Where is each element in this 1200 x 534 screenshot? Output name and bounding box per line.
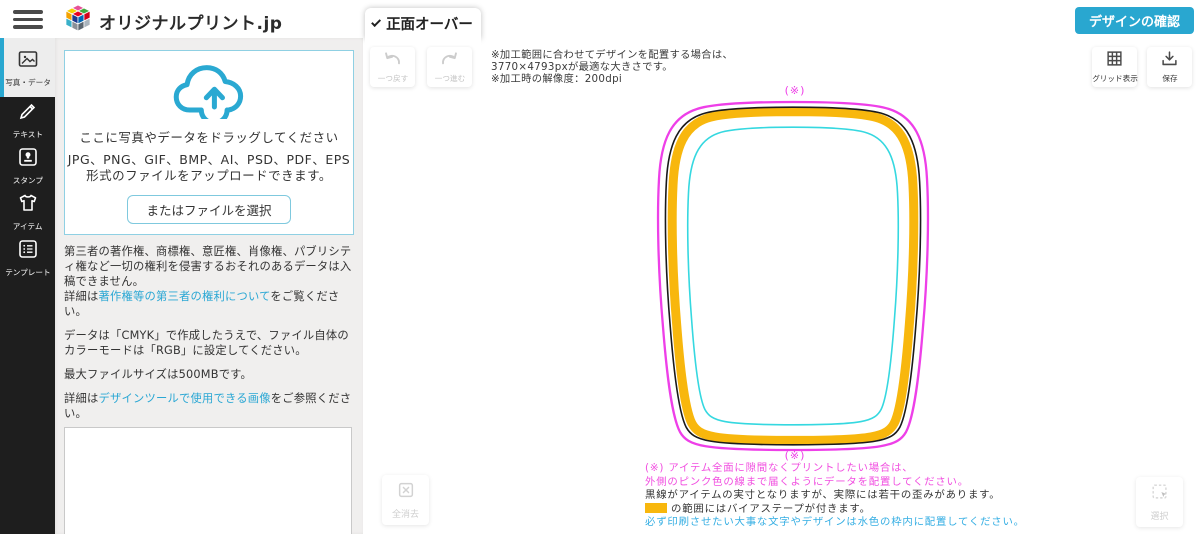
legend-line-3: 黒線がアイテムの実寸となりますが、実際には若干の歪みがあります。: [645, 489, 1001, 501]
print-area-outline: [600, 85, 990, 470]
sidebar-item-label: スタンプ: [12, 176, 43, 185]
dropzone-formats: JPG、PNG、GIF、BMP、AI、PSD、PDF、EPS 形式のファイルをア…: [67, 152, 351, 183]
stamp-icon: [17, 146, 39, 172]
undo-button[interactable]: 一つ戻す: [370, 47, 415, 87]
tshirt-icon: [17, 192, 39, 218]
template-icon: [17, 238, 39, 264]
photo-icon: [17, 48, 39, 74]
clear-all-label: 全消去: [391, 510, 419, 520]
print-legend: (※) アイテム全面に隙間なくプリントしたい場合は、 外側のピンク色の線まで届く…: [645, 462, 1025, 530]
sidebar: 写真・データ テキスト スタンプ アイテム テンプレート: [0, 38, 55, 534]
grid-button-label: グリッド表示: [1091, 74, 1138, 83]
rights-link[interactable]: 著作権等の第三者の権利について: [99, 290, 271, 303]
pencil-icon: [17, 100, 39, 126]
usable-images-link[interactable]: デザインツールで使用できる画像: [99, 392, 271, 405]
sidebar-item-text[interactable]: テキスト: [0, 97, 55, 143]
item-actual-size-line: [665, 107, 920, 445]
sidebar-item-label: アイテム: [12, 222, 43, 231]
save-button[interactable]: 保存: [1147, 47, 1192, 87]
safe-area-cyan-line: [688, 127, 899, 425]
header: オリジナルプリント.jp デザインの確認: [0, 0, 1200, 38]
uploaded-files-list[interactable]: [64, 427, 352, 534]
save-button-label: 保存: [1161, 74, 1178, 83]
sidebar-item-label: テンプレート: [4, 268, 51, 277]
sidebar-item-label: 写真・データ: [4, 77, 51, 87]
full-print-pink-line: [658, 102, 928, 450]
logo-text: オリジナルプリント.jp: [99, 13, 283, 34]
cmyk-notice: データは「CMYK」で作成したうえで、ファイル自体のカラーモードは「RGB」に設…: [64, 329, 349, 357]
grid-display-button[interactable]: グリッド表示: [1092, 47, 1137, 87]
yellow-swatch-icon: [645, 502, 667, 513]
legend-line-1: (※) アイテム全面に隙間なくプリントしたい場合は、: [645, 462, 914, 474]
note-marker-bottom: (※): [784, 449, 806, 462]
sidebar-item-label: テキスト: [12, 130, 43, 139]
legend-line-2: 外側のピンク色の線まで届くようにデータを配置してください。: [645, 475, 969, 488]
upload-dropzone[interactable]: ここに写真やデータをドラッグしてください JPG、PNG、GIF、BMP、AI、…: [64, 50, 354, 235]
select-label: 選択: [1150, 512, 1169, 522]
tab-label: 正面オーバー: [386, 17, 473, 33]
sidebar-item-template[interactable]: テンプレート: [0, 235, 55, 281]
reference-notice: 詳細はデザインツールで使用できる画像をご参照ください。: [64, 392, 352, 420]
redo-label: 一つ進む: [434, 73, 465, 83]
note-marker-top: (※): [784, 84, 806, 97]
undo-icon: [383, 51, 402, 71]
clear-all-button[interactable]: 全消去: [382, 475, 429, 525]
select-button[interactable]: 選択: [1136, 477, 1183, 527]
size-note: ※加工範囲に合わせてデザインを配置する場合は、 3770×4793pxが最適な大…: [491, 49, 734, 85]
max-file-size-notice: 最大ファイルサイズは500MBです。: [64, 368, 253, 381]
check-icon: [371, 17, 382, 28]
selection-icon: [1150, 482, 1170, 506]
undo-label: 一つ戻す: [377, 73, 408, 83]
sidebar-item-item[interactable]: アイテム: [0, 189, 55, 235]
redo-icon: [440, 51, 459, 71]
design-tool-app: オリジナルプリント.jp デザインの確認 写真・データ テキスト スタンプ アイ…: [0, 0, 1200, 534]
dropzone-title: ここに写真やデータをドラッグしてください: [79, 130, 339, 145]
design-confirm-button[interactable]: デザインの確認: [1075, 7, 1194, 34]
legend-line-5: 必ず印刷させたい大事な文字やデザインは水色の枠内に配置してください。: [645, 516, 1025, 528]
upload-panel: ここに写真やデータをドラッグしてください JPG、PNG、GIF、BMP、AI、…: [55, 38, 363, 534]
tab-front-over[interactable]: 正面オーバー: [365, 8, 481, 45]
cloud-upload-icon: [65, 61, 353, 126]
clear-all-icon: [396, 480, 416, 504]
save-download-icon: [1161, 50, 1178, 71]
logo[interactable]: オリジナルプリント.jp: [64, 4, 282, 38]
rights-notice: 第三者の著作権、商標権、意匠権、肖像権、パブリシティ権など一切の権利を侵害するお…: [64, 245, 352, 318]
legend-line-4: の範囲にはバイアステープが付きます。: [645, 502, 1025, 517]
redo-button[interactable]: 一つ進む: [427, 47, 472, 87]
sidebar-item-photo-data[interactable]: 写真・データ: [0, 38, 55, 97]
logo-cube-icon: [64, 4, 92, 38]
sidebar-item-stamp[interactable]: スタンプ: [0, 143, 55, 189]
select-file-button[interactable]: またはファイルを選択: [127, 195, 291, 224]
bias-tape-band: [672, 112, 914, 441]
hamburger-menu-icon[interactable]: [13, 10, 43, 29]
grid-icon: [1106, 50, 1123, 71]
